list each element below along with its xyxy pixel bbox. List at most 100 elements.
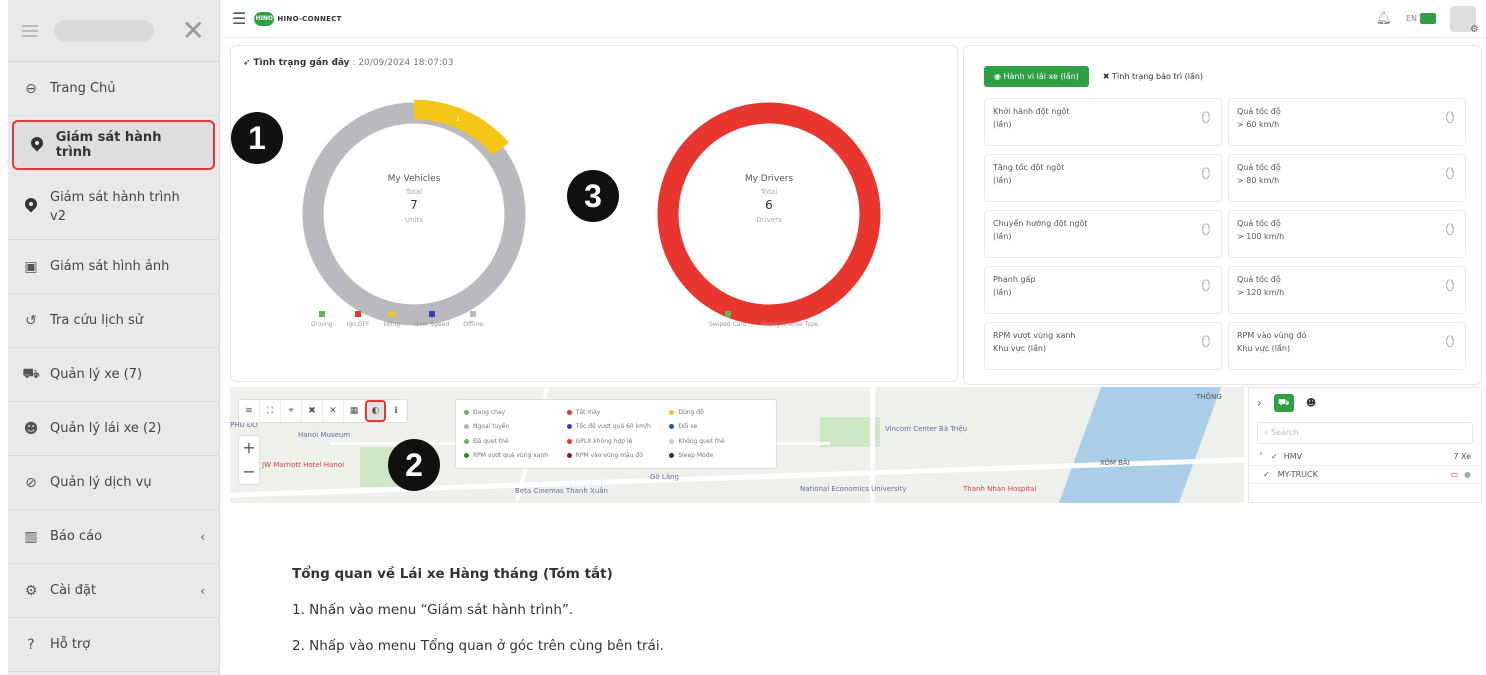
status-dot-icon — [566, 424, 572, 430]
legend-item[interactable]: Over Speed — [414, 311, 449, 328]
overview-icon[interactable]: ◐ — [365, 400, 386, 422]
legend-label: Ign.OFF — [346, 321, 370, 328]
legend-label: Driving — [311, 321, 333, 328]
legend-swatch — [318, 311, 325, 317]
driving-behavior-card: ◉ Hành vi lái xe (lần) ✖ Tình trạng bảo … — [963, 45, 1482, 385]
tab-maintenance[interactable]: ✖ Tình trạng bảo trì (lần) — [1099, 66, 1207, 87]
zoom-out-button[interactable]: − — [239, 460, 259, 484]
tile-label: Khởi hành đột ngột — [993, 107, 1070, 116]
tab-label: Tình trạng bảo trì (lần) — [1112, 72, 1204, 81]
checkbox-icon[interactable]: ✓ — [1263, 470, 1270, 479]
steering-icon: ◉ — [994, 72, 1001, 81]
map-legend-label: RPM vượt quá vùng xanh — [473, 452, 549, 460]
tab-vehicles[interactable]: ⛟ — [1273, 394, 1294, 412]
drivers-unit: Drivers — [756, 216, 782, 224]
map-view[interactable]: PHÚ ĐÔ Hanoi Museum JW Marriott Hotel Ha… — [230, 387, 1244, 503]
tab-drivers[interactable]: ☻ — [1306, 398, 1316, 409]
tile-sublabel: > 60 km/h — [1237, 120, 1280, 129]
tile-value: 0 — [1200, 164, 1211, 183]
tile-sublabel: > 100 km/h — [1237, 232, 1285, 241]
legend-swatch — [388, 311, 395, 317]
tab-label: Hành vi lái xe (lần) — [1003, 72, 1079, 81]
checkbox-icon[interactable]: ✓ — [1271, 452, 1278, 461]
vehicle-group-row[interactable]: ˅ ✓ HMV 7 Xe — [1249, 448, 1481, 466]
users-icon: ☻ — [23, 420, 39, 437]
sidebar-item-history[interactable]: ↺ Tra cứu lịch sử — [8, 294, 219, 348]
tile-sublabel: Khu vực (lần) — [1237, 344, 1291, 353]
logo-text: HINO-CONNECT — [277, 14, 342, 23]
legend-swatch — [355, 311, 362, 317]
instruction-step-1: 1. Nhấn vào menu “Giám sát hành trình”. — [292, 602, 574, 618]
status-dot-icon — [566, 409, 572, 415]
sidebar-item-vehicles[interactable]: ⛟ Quản lý xe (7) — [8, 348, 219, 402]
legend-item[interactable]: Ign.OFF — [347, 311, 370, 328]
legend-item[interactable]: Offline — [463, 311, 483, 328]
sidebar-item-support[interactable]: ? Hỗ trợ — [8, 618, 219, 672]
sidebar-item-home[interactable]: ⊖ Trang Chủ — [8, 62, 219, 116]
language-switch[interactable]: EN — [1406, 13, 1436, 24]
sidebar-item-reports[interactable]: ▥ Báo cáo ‹ — [8, 510, 219, 564]
settings-icon: ⚙ — [24, 582, 38, 599]
sidebar-item-image-monitor[interactable]: ▣ Giám sát hình ảnh — [8, 240, 219, 294]
fullscreen-icon[interactable]: ⛶ — [260, 400, 281, 422]
legend-item[interactable]: Swiped Card — [709, 311, 747, 328]
map-legend-label: Tốc độ vượt quá 60 km/h — [575, 423, 651, 431]
legend-item[interactable]: Wrong license Type — [760, 311, 819, 328]
info-icon[interactable]: ℹ — [386, 400, 407, 422]
behavior-tile: Tăng tốc đột ngột (lần) 0 — [984, 154, 1222, 202]
sidebar-logo — [54, 19, 154, 42]
map-legend-item: Đổi xe — [669, 421, 768, 434]
sidebar-item-label: Hỗ trợ — [50, 637, 91, 652]
callout-1: 1 — [231, 112, 283, 164]
measure-icon[interactable]: ✕ — [323, 400, 344, 422]
legend-swatch — [470, 311, 477, 317]
vehicle-search-input[interactable]: ⌕ Search — [1257, 422, 1473, 444]
legend-item[interactable]: Idling — [384, 311, 400, 328]
tab-driving-behavior[interactable]: ◉ Hành vi lái xe (lần) — [984, 66, 1089, 87]
sidebar-item-journey-monitor-v2[interactable]: Giám sát hành trình v2 — [8, 174, 219, 240]
map-legend-item: Đã quẹt thẻ — [464, 435, 563, 448]
behavior-tile: Phanh gấp (lần) 0 — [984, 266, 1222, 314]
tile-value: 0 — [1200, 220, 1211, 239]
drivers-total-label: Total — [760, 188, 778, 196]
vehicles-title: My Vehicles — [387, 174, 441, 184]
status-dot-icon — [566, 453, 572, 459]
status-dot-icon — [464, 438, 469, 444]
status-dot-icon — [464, 453, 469, 459]
sidebar-item-settings[interactable]: ⚙ Cài đặt ‹ — [8, 564, 219, 618]
tile-sublabel: (lần) — [993, 288, 1012, 297]
status-dot-icon — [669, 453, 675, 459]
drivers-legend: Swiped Card Wrong license Type — [709, 311, 818, 328]
bell-icon[interactable]: 🔔︎ — [1375, 11, 1392, 26]
status-dot-icon — [464, 424, 469, 430]
behavior-tile: RPM vào vùng đỏ Khu vực (lần) 0 — [1228, 322, 1466, 370]
vehicle-row[interactable]: ✓ MY-TRUCK ▭ ● — [1249, 466, 1481, 484]
map-label: JW Marriott Hotel Hanoi — [262, 461, 345, 469]
sidebar-header: ✕ — [8, 0, 219, 62]
legend-label: Swiped Card — [709, 321, 747, 328]
language-label: EN — [1405, 14, 1417, 23]
grid-icon[interactable]: ▦ — [344, 400, 365, 422]
sidebar-item-services[interactable]: ⊘ Quản lý dịch vụ — [8, 456, 219, 510]
close-icon[interactable]: ✕ — [182, 16, 205, 45]
app-logo[interactable]: HINO HINO-CONNECT — [254, 11, 342, 26]
menu-icon[interactable]: ☰ — [232, 9, 246, 28]
map-label: Thanh Nhàn Hospital — [963, 485, 1037, 493]
sidebar-item-journey-monitor[interactable]: Giám sát hành trình — [12, 120, 215, 170]
locate-icon[interactable]: ⌖ — [281, 400, 302, 422]
vehicle-panel-tabs: › ⛟ ☻ — [1249, 388, 1481, 418]
layers-icon[interactable]: ≋ — [239, 400, 260, 422]
menu-icon[interactable] — [22, 24, 38, 37]
sidebar-item-drivers[interactable]: ☻ Quản lý lái xe (2) — [8, 402, 219, 456]
behavior-tile: Quá tốc độ > 80 km/h 0 — [1228, 154, 1466, 202]
chevron-right-icon[interactable]: › — [1257, 396, 1262, 410]
legend-label: Wrong license Type — [760, 321, 819, 328]
behavior-tile: RPM vượt vùng xanh Khu vực (lần) 0 — [984, 322, 1222, 370]
legend-item[interactable]: Driving — [311, 311, 333, 328]
tools-icon[interactable]: ✖ — [302, 400, 323, 422]
avatar[interactable] — [1450, 5, 1479, 35]
zoom-in-button[interactable]: + — [239, 436, 259, 460]
tile-sublabel: > 120 km/h — [1237, 288, 1285, 297]
tile-label: Quá tốc độ — [1237, 275, 1281, 284]
map-label: XÓM BÃI — [1100, 459, 1130, 467]
